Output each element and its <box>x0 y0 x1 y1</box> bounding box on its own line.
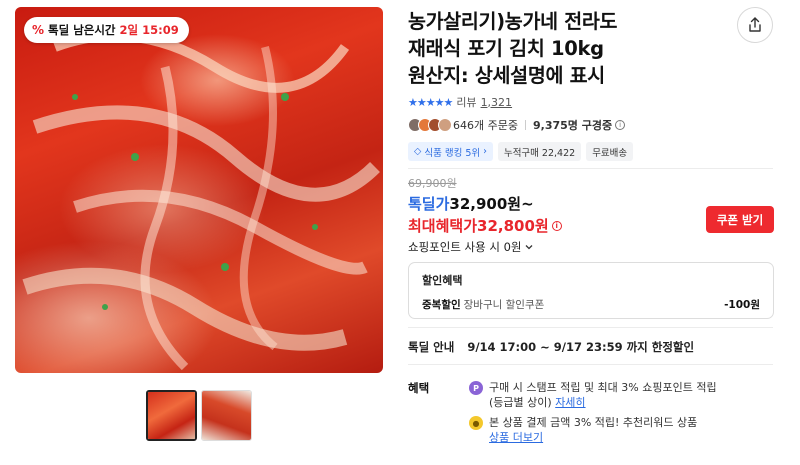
deal-info-row: 톡딜 안내 9/14 17:00 ~ 9/17 23:59 까지 한정할인 <box>408 339 694 355</box>
thumbnail-1[interactable] <box>146 390 197 441</box>
buyer-avatars <box>408 118 452 132</box>
ranking-badge[interactable]: ◇ 식품 랭킹 5위 › <box>408 142 493 161</box>
point-coin-icon: P <box>469 381 483 395</box>
discount-box-title: 할인혜택 <box>422 274 463 287</box>
discount-line: 중복할인 장바구니 할인쿠폰 -100원 <box>422 297 760 312</box>
social-proof-row: 646개 주문중 9,375명 구경중 i <box>408 117 626 133</box>
deal-timer-value: 2일 15:09 <box>119 23 179 37</box>
benefits-label: 혜택 <box>408 381 430 395</box>
divider <box>408 364 773 365</box>
title-line-1: 농가살리기)농가네 전라도 <box>408 10 618 33</box>
chevron-down-icon <box>525 245 532 250</box>
thumbnail-strip <box>146 390 252 441</box>
points-label: 쇼핑포인트 사용 시 0원 <box>408 240 522 254</box>
deal-price-row: 톡딜가32,900원~ <box>408 193 534 214</box>
discount-line-desc: 장바구니 할인쿠폰 <box>463 299 545 311</box>
discount-line-label: 중복할인 <box>422 299 461 311</box>
benefit-1-text: 구매 시 스탬프 적립 및 최대 3% 쇼핑포인트 적립 <box>489 381 717 394</box>
star-rating-icon: ★★★★★ <box>408 95 453 109</box>
kimchi-illustration <box>22 30 380 371</box>
cumulative-purchase-badge: 누적구매 22,422 <box>497 142 582 161</box>
max-benefit-label: 최대혜택가 <box>408 217 478 235</box>
points-row[interactable]: 쇼핑포인트 사용 시 0원 <box>408 239 534 255</box>
avatar <box>438 118 452 132</box>
deal-info-label: 톡딜 안내 <box>408 340 455 354</box>
info-icon[interactable]: i <box>551 220 562 231</box>
divider <box>408 327 773 328</box>
original-price: 69,900원 <box>408 177 457 190</box>
info-icon[interactable]: i <box>615 120 626 130</box>
max-benefit-price: 32,800원 <box>477 217 549 235</box>
deal-timer-badge: % 톡딜 남은시간 2일 15:09 <box>24 17 189 43</box>
benefit-1-detail-link[interactable]: 자세히 <box>555 396 585 409</box>
rating-row: ★★★★★ 리뷰 1,321 <box>408 94 512 110</box>
share-icon <box>749 17 761 32</box>
benefit-1-note: (등급별 상이) <box>489 396 552 409</box>
deal-price: 32,900원~ <box>449 195 534 213</box>
coupon-button[interactable]: 쿠폰 받기 <box>706 206 774 233</box>
thumbnail-2[interactable] <box>201 390 252 441</box>
review-count-link[interactable]: 1,321 <box>481 96 513 109</box>
ordering-count: 646개 주문중 <box>453 119 518 132</box>
subscriber-count: 9,375명 구경중 <box>532 119 613 132</box>
review-label: 리뷰 <box>456 96 477 109</box>
deal-timer-label: 톡딜 남은시간 <box>48 23 116 37</box>
benefit-item-reward: ● 본 상품 결제 금액 3% 적립! 추천리워드 상품 상품 더보기 <box>469 415 769 445</box>
product-main-image[interactable]: % 톡딜 남은시간 2일 15:09 <box>15 7 383 373</box>
free-shipping-badge: 무료배송 <box>586 142 634 161</box>
title-line-2: 재래식 포기 김치 10kg <box>408 37 604 60</box>
title-line-3: 원산지: 상세설명에 표시 <box>408 64 605 87</box>
benefit-2-more-link[interactable]: 상품 더보기 <box>489 431 543 444</box>
discount-benefit-box: 할인혜택 중복할인 장바구니 할인쿠폰 -100원 <box>408 262 774 319</box>
deal-info-value: 9/14 17:00 ~ 9/17 23:59 까지 한정할인 <box>467 340 695 354</box>
divider <box>408 168 773 169</box>
divider <box>524 120 526 130</box>
benefit-item-points: P 구매 시 스탬프 적립 및 최대 3% 쇼핑포인트 적립 (등급별 상이) … <box>469 380 769 410</box>
product-title: 농가살리기)농가네 전라도 재래식 포기 김치 10kg 원산지: 상세설명에 … <box>408 8 728 89</box>
badge-row: ◇ 식품 랭킹 5위 › 누적구매 22,422 무료배송 <box>408 142 634 161</box>
percent-icon: % <box>32 23 45 37</box>
coupon-coin-icon: ● <box>469 416 483 430</box>
discount-line-amount: -100원 <box>724 299 760 311</box>
max-benefit-row: 최대혜택가 32,800원 i <box>408 215 562 236</box>
share-button[interactable] <box>737 7 773 43</box>
benefit-2-text: 본 상품 결제 금액 3% 적립! 추천리워드 상품 <box>489 416 698 429</box>
deal-price-label: 톡딜가 <box>408 195 450 213</box>
